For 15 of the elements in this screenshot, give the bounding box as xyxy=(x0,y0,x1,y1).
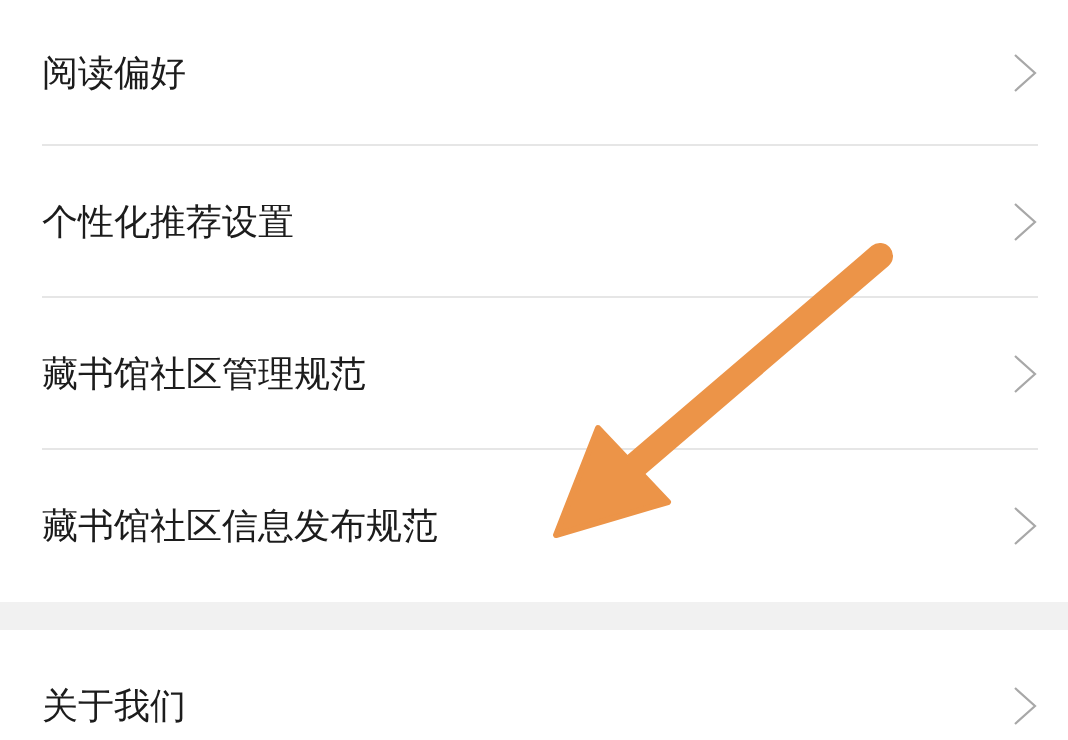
chevron-icon xyxy=(1012,201,1038,243)
settings-item[interactable]: 阅读偏好 xyxy=(0,0,1068,146)
settings-item[interactable]: 藏书馆社区管理规范 xyxy=(0,298,1068,450)
settings-item[interactable]: 藏书馆社区信息发布规范 xyxy=(0,450,1068,602)
chevron-icon xyxy=(1012,353,1038,395)
chevron-icon xyxy=(1012,52,1038,94)
settings-item[interactable]: 个性化推荐设置 xyxy=(0,146,1068,298)
item-label: 藏书馆社区信息发布规范 xyxy=(42,503,439,548)
item-label: 关于我们 xyxy=(42,683,187,728)
item-label: 藏书馆社区管理规范 xyxy=(42,351,367,396)
chevron-icon xyxy=(1012,685,1038,727)
chevron-icon xyxy=(1012,505,1038,547)
item-label: 阅读偏好 xyxy=(42,50,187,95)
settings-item[interactable]: 关于我们 xyxy=(0,630,1068,740)
item-label: 个性化推荐设置 xyxy=(42,199,295,244)
